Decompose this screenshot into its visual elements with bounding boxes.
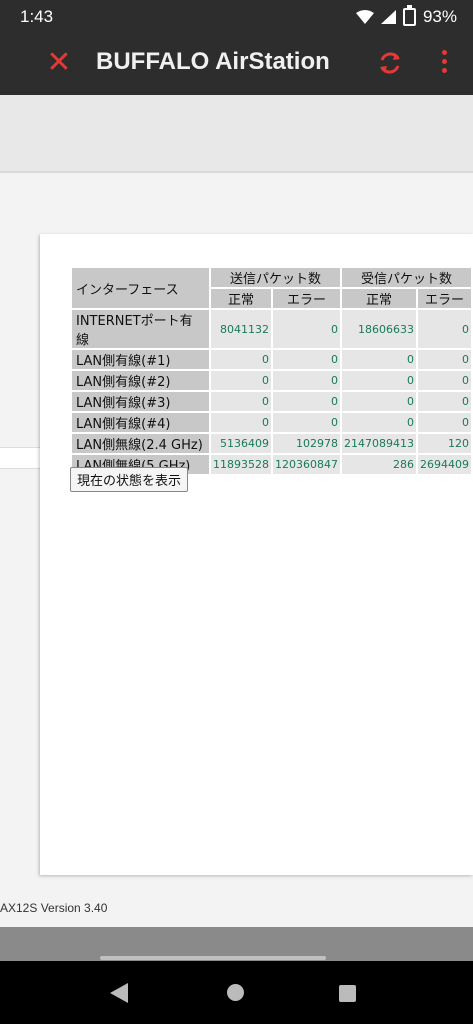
tx-error-cell: 0	[273, 371, 340, 390]
back-icon[interactable]	[110, 983, 128, 1003]
drag-handle[interactable]	[100, 956, 326, 960]
row-label: INTERNETポート有線	[72, 310, 209, 348]
more-options-icon[interactable]	[438, 48, 450, 78]
table-row: LAN側有線(#3) 0 0 0 0	[72, 392, 471, 411]
tx-normal-cell: 11893528	[211, 455, 271, 474]
rx-error-cell: 120	[418, 434, 471, 453]
tx-error-cell: 0	[273, 392, 340, 411]
battery-icon	[402, 5, 416, 26]
signal-icon	[380, 10, 396, 24]
tx-error-cell: 0	[273, 310, 340, 348]
tx-error-cell: 102978	[273, 434, 340, 453]
row-label: LAN側無線(2.4 GHz)	[72, 434, 209, 453]
tx-normal-header: 正常	[211, 289, 271, 308]
status-bar: 1:43 93%	[0, 0, 473, 34]
system-nav-bar	[0, 961, 473, 1024]
model-version-footer: AX12S Version 3.40	[0, 901, 108, 915]
tx-error-cell: 0	[273, 350, 340, 369]
status-panel: インターフェース 送信パケット数 受信パケット数 正常 エラー 正常 エラー I…	[40, 234, 473, 875]
table-row: LAN側有線(#4) 0 0 0 0	[72, 413, 471, 432]
rx-normal-cell: 18606633	[342, 310, 416, 348]
packet-stats-table: インターフェース 送信パケット数 受信パケット数 正常 エラー 正常 エラー I…	[70, 266, 473, 476]
rx-error-cell: 0	[418, 392, 471, 411]
row-label: LAN側有線(#3)	[72, 392, 209, 411]
wifi-icon	[355, 10, 374, 24]
rx-error-cell: 0	[418, 310, 471, 348]
app-title: BUFFALO AirStation	[96, 48, 330, 75]
home-icon[interactable]	[227, 984, 244, 1001]
row-label: LAN側有線(#2)	[72, 371, 209, 390]
tx-normal-cell: 0	[211, 371, 271, 390]
tx-error-cell: 0	[273, 413, 340, 432]
table-row: LAN側無線(2.4 GHz) 5136409 102978 214708941…	[72, 434, 471, 453]
close-icon[interactable]: ✕	[44, 48, 74, 78]
row-label: LAN側有線(#4)	[72, 413, 209, 432]
rx-normal-cell: 2147089413	[342, 434, 416, 453]
rx-normal-header: 正常	[342, 289, 416, 308]
rx-normal-cell: 0	[342, 392, 416, 411]
tx-normal-cell: 8041132	[211, 310, 271, 348]
refresh-icon[interactable]	[375, 48, 405, 78]
page-header-band	[0, 95, 473, 173]
rx-normal-cell: 286	[342, 455, 416, 474]
rx-error-header: エラー	[418, 289, 471, 308]
status-time: 1:43	[20, 7, 54, 26]
table-row: LAN側有線(#1) 0 0 0 0	[72, 350, 471, 369]
tx-normal-cell: 0	[211, 350, 271, 369]
rx-error-cell: 0	[418, 413, 471, 432]
app-bar: ✕ BUFFALO AirStation	[0, 34, 473, 95]
tx-normal-cell: 5136409	[211, 434, 271, 453]
rx-packets-header: 受信パケット数	[342, 268, 471, 287]
battery-percent: 93%	[422, 7, 457, 26]
table-row: LAN側有線(#2) 0 0 0 0	[72, 371, 471, 390]
tx-error-header: エラー	[273, 289, 340, 308]
web-content[interactable]: インターフェース 送信パケット数 受信パケット数 正常 エラー 正常 エラー I…	[0, 95, 473, 927]
tx-error-cell: 120360847	[273, 455, 340, 474]
status-icons: 93%	[355, 5, 457, 27]
table-row: INTERNETポート有線 8041132 0 18606633 0	[72, 310, 471, 348]
recent-apps-icon[interactable]	[339, 985, 356, 1002]
rx-normal-cell: 0	[342, 413, 416, 432]
rx-error-cell: 0	[418, 371, 471, 390]
interface-header: インターフェース	[72, 268, 209, 308]
rx-normal-cell: 0	[342, 350, 416, 369]
show-current-status-button[interactable]: 現在の状態を表示	[70, 467, 189, 492]
bottom-toolbar	[0, 927, 473, 961]
tx-normal-cell: 0	[211, 413, 271, 432]
row-label: LAN側有線(#1)	[72, 350, 209, 369]
tx-normal-cell: 0	[211, 392, 271, 411]
rx-error-cell: 2694409	[418, 455, 471, 474]
tx-packets-header: 送信パケット数	[211, 268, 340, 287]
side-menu-edge	[0, 447, 42, 469]
rx-normal-cell: 0	[342, 371, 416, 390]
rx-error-cell: 0	[418, 350, 471, 369]
